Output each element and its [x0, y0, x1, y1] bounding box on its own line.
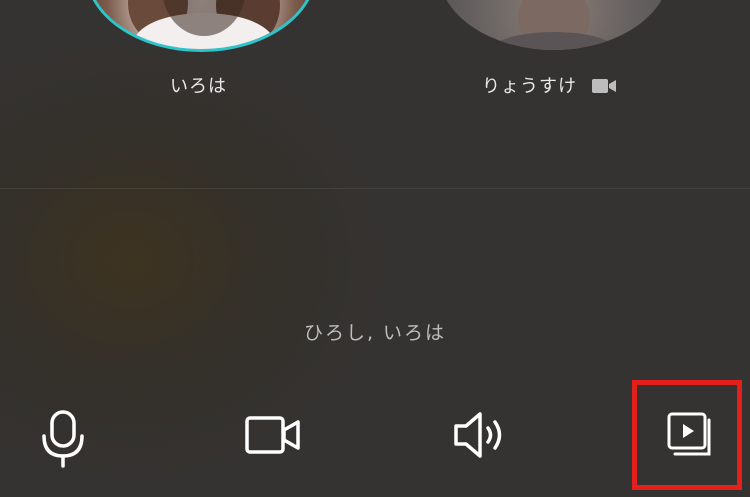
active-speakers-label: ひろし, いろは — [303, 322, 447, 344]
participant-name-ryosuke: りょうすけ — [482, 76, 577, 97]
call-toolbar — [0, 380, 750, 497]
microphone-button[interactable] — [38, 408, 88, 468]
avatar-ryosuke[interactable] — [438, 0, 670, 50]
microphone-icon — [42, 410, 84, 468]
section-divider — [0, 188, 750, 189]
avatar-photo-ryosuke — [492, 0, 616, 50]
camera-button[interactable] — [244, 414, 302, 458]
participant-name-iroha: いろは — [170, 76, 227, 97]
participants-grid: いろは りょうすけ — [0, 0, 750, 188]
speaker-button[interactable] — [452, 410, 508, 460]
avatar-photo-iroha — [128, 0, 280, 49]
speaker-icon — [454, 412, 502, 458]
share-media-button[interactable] — [632, 380, 742, 490]
video-camera-icon — [592, 78, 618, 98]
avatar-iroha[interactable] — [85, 0, 317, 52]
voice-activity-waveform — [305, 226, 445, 292]
video-camera-icon — [245, 416, 300, 454]
media-play-stack-icon — [667, 412, 711, 456]
voice-call-screen: いろは りょうすけ ひろし, いろは — [0, 0, 750, 497]
